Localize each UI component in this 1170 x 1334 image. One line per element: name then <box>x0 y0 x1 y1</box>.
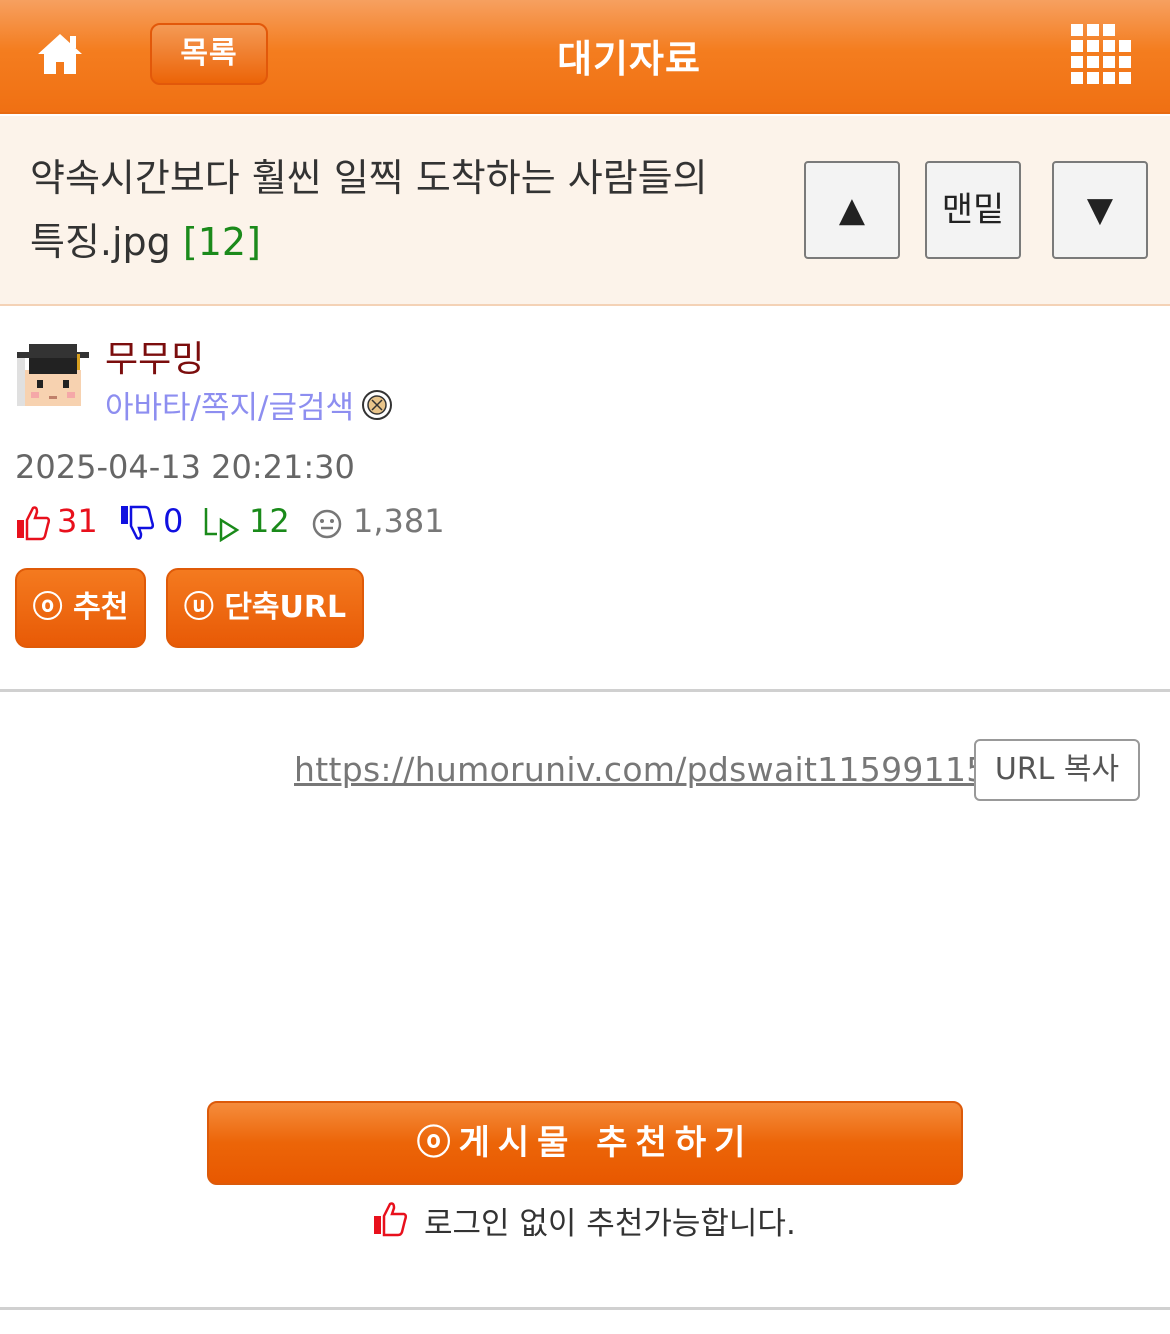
page-title: 대기자료 <box>557 37 701 81</box>
comment-stat-count: 12 <box>249 502 290 540</box>
avatar[interactable] <box>15 338 91 414</box>
dislike-count: 0 <box>163 502 184 540</box>
smiley-icon <box>312 509 342 539</box>
comment-count[interactable]: [12] <box>183 220 261 264</box>
author-nickname[interactable]: 무무밍 <box>105 330 204 382</box>
divider <box>0 689 1170 692</box>
recommend-button[interactable]: ⓞ 추천 <box>15 568 146 648</box>
scroll-up-button[interactable]: ▲ <box>804 161 900 259</box>
scroll-bottom-button[interactable]: 맨밑 <box>925 161 1021 259</box>
post-title-line2: 특징.jpg [12] <box>30 210 770 274</box>
reply-arrow-icon <box>204 508 240 542</box>
author-links[interactable]: 아바타/쪽지/글검색 <box>105 382 354 427</box>
copy-url-button[interactable]: URL 복사 <box>974 739 1140 801</box>
short-url-button[interactable]: ⓤ 단축URL <box>166 568 364 648</box>
divider <box>0 1307 1170 1310</box>
post-title-text: 특징.jpg <box>30 220 171 264</box>
scroll-down-button[interactable]: ▼ <box>1052 161 1148 259</box>
post-url-link[interactable]: https://humoruniv.com/pdswait11599115 <box>294 750 988 789</box>
post-title-line1: 약속시간보다 훨씬 일찍 도착하는 사람들의 <box>30 156 708 200</box>
view-count: 1,381 <box>353 502 445 540</box>
top-bar: 목록 대기자료 <box>0 0 1170 114</box>
no-login-text: 로그인 없이 추천가능합니다. <box>424 1206 796 1242</box>
post-date: 2025-04-13 20:21:30 <box>15 448 355 486</box>
post-title: 약속시간보다 훨씬 일찍 도착하는 사람들의 특징.jpg [12] <box>30 146 770 274</box>
menu-grid-icon[interactable] <box>1071 24 1131 84</box>
recommend-post-button[interactable]: ⓞ게시물 추천하기 <box>207 1101 963 1185</box>
like-count: 31 <box>57 502 98 540</box>
post-title-band: 약속시간보다 훨씬 일찍 도착하는 사람들의 특징.jpg [12] ▲ 맨밑 … <box>0 116 1170 306</box>
thumbs-up-icon <box>374 1202 408 1237</box>
thumbs-up-icon <box>17 506 51 541</box>
thumbs-down-icon <box>121 505 155 540</box>
badge-icon <box>360 388 394 422</box>
